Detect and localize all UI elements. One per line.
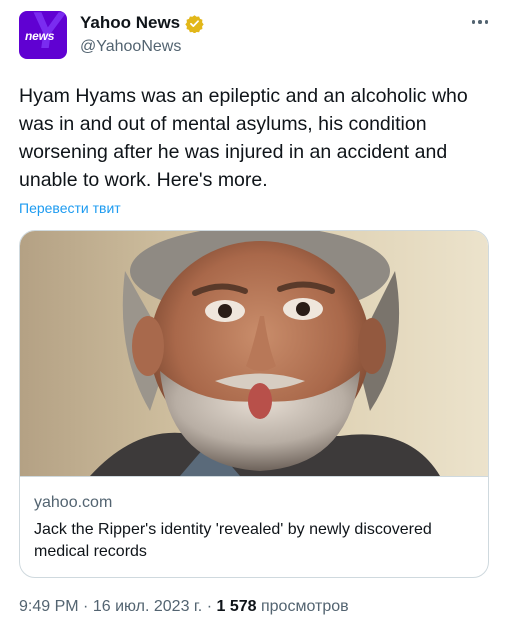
avatar[interactable]: Y news	[19, 11, 67, 59]
views-count[interactable]: 1 578	[216, 598, 256, 615]
avatar-logo-text: news	[25, 29, 55, 43]
meta-separator: ·	[83, 598, 89, 615]
card-domain[interactable]: yahoo.com	[34, 494, 112, 512]
tweet-date[interactable]: 16 июл. 2023 г.	[93, 598, 202, 615]
article-photo-image	[20, 231, 488, 476]
card-divider	[20, 476, 488, 477]
translate-tweet-link[interactable]: Перевести твит	[19, 200, 121, 216]
verified-badge-icon	[185, 14, 204, 34]
user-handle[interactable]: @YahooNews	[80, 38, 181, 56]
author-name-row: Yahoo News	[80, 13, 204, 34]
tweet-text: Hyam Hyams was an epileptic and an alcoh…	[19, 85, 468, 191]
tweet-meta: 9:49 PM · 16 июл. 2023 г. · 1 578 просмо…	[19, 598, 349, 616]
link-card[interactable]: yahoo.com Jack the Ripper's identity 're…	[19, 230, 489, 578]
meta-separator: ·	[206, 598, 213, 615]
views-label: просмотров	[260, 598, 349, 615]
card-title[interactable]: Jack the Ripper's identity 'revealed' by…	[34, 519, 474, 563]
tweet-time[interactable]: 9:49 PM	[19, 598, 79, 615]
tweet: Y news Yahoo News @YahooNews Hyam Hyams …	[0, 0, 510, 633]
display-name[interactable]: Yahoo News	[80, 13, 180, 33]
more-options-icon[interactable]	[468, 12, 492, 32]
